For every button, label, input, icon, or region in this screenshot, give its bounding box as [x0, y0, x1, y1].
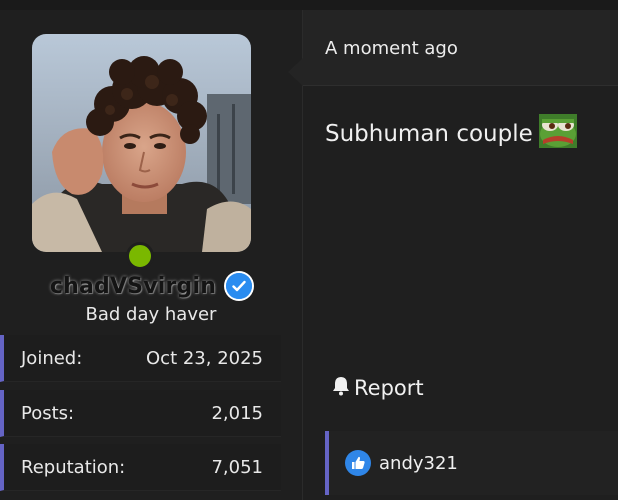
stat-value: Oct 23, 2025	[146, 347, 263, 369]
top-bar	[0, 0, 618, 10]
user-panel: chadVSvirgin Bad day haver Joined: Oct 2…	[0, 10, 303, 500]
bell-icon	[330, 374, 352, 401]
avatar[interactable]	[32, 34, 251, 252]
report-label: Report	[354, 375, 424, 400]
thumbs-up-icon	[345, 450, 371, 476]
username-row: chadVSvirgin	[0, 268, 302, 304]
avatar-image	[32, 34, 251, 252]
post-message-text: Subhuman couple	[325, 121, 533, 147]
liker-username[interactable]: andy321	[379, 453, 458, 474]
post-content: A moment ago Subhuman couple Report andy…	[303, 10, 618, 500]
user-title: Bad day haver	[85, 304, 217, 325]
stat-row-joined: Joined: Oct 23, 2025	[0, 335, 281, 382]
username[interactable]: chadVSvirgin	[50, 274, 216, 299]
stat-label: Reputation:	[21, 456, 126, 478]
stat-row-posts: Posts: 2,015	[0, 390, 281, 437]
verified-check-icon	[226, 273, 253, 299]
post-header: A moment ago	[303, 10, 618, 86]
stat-value: 2,015	[211, 402, 263, 424]
stat-label: Posts:	[21, 402, 75, 424]
thread-post: chadVSvirgin Bad day haver Joined: Oct 2…	[0, 0, 618, 500]
stat-row-reputation: Reputation: 7,051	[0, 444, 281, 491]
stat-label: Joined:	[21, 347, 83, 369]
pepe-frog-emoji	[538, 114, 577, 154]
post-pointer-arrow	[288, 58, 303, 86]
stat-value: 7,051	[211, 456, 263, 478]
post-timestamp[interactable]: A moment ago	[325, 38, 458, 59]
likes-bar: andy321	[325, 431, 618, 495]
online-status-indicator	[126, 242, 154, 270]
report-button[interactable]: Report	[330, 374, 424, 401]
post-message: Subhuman couple	[325, 114, 577, 154]
